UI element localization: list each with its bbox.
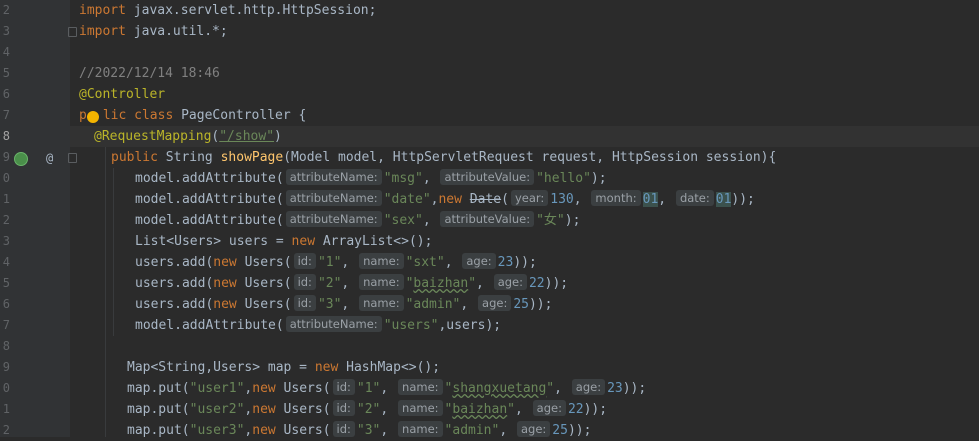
indent-guide	[105, 126, 106, 437]
code-editor[interactable]: 2 3 4 5 6 7 8 9 0 1 2 3 4 5 6 7 8 9 0 1 …	[0, 0, 979, 438]
code-line: map.put("user1",new Users(id: "1", name: "…	[127, 379, 647, 396]
param-hint: date:	[675, 190, 714, 206]
param-hint: age:	[532, 400, 566, 416]
code-line: public String showPage(Model model, Http…	[111, 150, 777, 165]
param-hint: attributeName:	[285, 211, 382, 227]
param-hint: id:	[293, 253, 316, 269]
current-line-number: 8	[2, 129, 10, 143]
line-number: 1	[2, 402, 10, 416]
line-number: 4	[2, 45, 10, 59]
code-line: map.put("user3",new Users(id: "3", name: "…	[127, 421, 592, 438]
indent-guide	[113, 168, 114, 336]
line-number: 5	[2, 276, 10, 290]
param-hint: age:	[517, 421, 551, 437]
param-hint: id:	[332, 400, 355, 416]
current-code-line: @RequestMapping("/show")	[70, 126, 979, 147]
line-number: 4	[2, 255, 10, 269]
param-hint: name:	[359, 274, 404, 290]
param-hint: age:	[462, 253, 496, 269]
code-line: model.addAttribute(attributeName: "users"…	[135, 316, 502, 333]
param-hint: name:	[398, 400, 443, 416]
line-number: 3	[2, 234, 10, 248]
param-hint: id:	[332, 421, 355, 437]
line-number: 7	[2, 108, 10, 122]
line-number: 0	[2, 381, 10, 395]
param-hint: age:	[493, 274, 527, 290]
line-number: 9	[2, 360, 10, 374]
code-line: @Controller	[79, 87, 166, 102]
code-line: p lic class PageController {	[79, 108, 307, 123]
line-number: 2	[2, 423, 10, 437]
code-line: //2022/12/14 18:46	[79, 66, 220, 81]
param-hint: attributeName:	[285, 190, 382, 206]
code-line: import javax.servlet.http.HttpSession;	[79, 3, 377, 18]
line-number: 7	[2, 318, 10, 332]
param-hint: age:	[571, 379, 606, 395]
line-number: 2	[2, 213, 10, 227]
code-line: users.add(new Users(id: "2", name: "baizha…	[135, 274, 569, 291]
code-line: Map<String,Users> map = new HashMap<>();	[127, 360, 441, 375]
code-line: model.addAttribute(attributeName: "msg", …	[135, 169, 607, 186]
param-hint: name:	[359, 253, 404, 269]
param-hint: id:	[293, 295, 316, 311]
line-number: 6	[2, 87, 10, 101]
code-area[interactable]: import javax.servlet.http.HttpSession; i…	[70, 0, 979, 438]
param-hint: id:	[332, 379, 355, 395]
spring-bean-icon[interactable]	[14, 152, 28, 166]
line-number-gutter[interactable]: 2 3 4 5 6 7 8 9 0 1 2 3 4 5 6 7 8 9 0 1 …	[0, 0, 70, 437]
line-number: 2	[2, 3, 10, 17]
param-hint: name:	[398, 421, 443, 437]
code-line: model.addAttribute(attributeName: "sex", …	[135, 211, 581, 228]
code-line: users.add(new Users(id: "3", name: "admin"…	[135, 295, 553, 312]
param-hint: year:	[510, 190, 549, 206]
line-number: 0	[2, 171, 10, 185]
code-line: List<Users> users = new ArrayList<>();	[135, 234, 433, 249]
code-line: map.put("user2",new Users(id: "2", name: "…	[127, 400, 608, 417]
param-hint: age:	[478, 295, 512, 311]
param-hint: id:	[293, 274, 316, 290]
param-hint: name:	[398, 379, 443, 395]
param-hint: attributeValue:	[440, 169, 535, 185]
line-number: 9	[2, 150, 10, 164]
line-number: 1	[2, 192, 10, 206]
param-hint: name:	[359, 295, 404, 311]
code-line: users.add(new Users(id: "1", name: "sxt", …	[135, 253, 537, 270]
line-number: 6	[2, 297, 10, 311]
param-hint: attributeValue:	[440, 211, 535, 227]
fold-marker-icon[interactable]	[68, 27, 77, 37]
code-line: model.addAttribute(attributeName: "date",…	[135, 190, 755, 207]
line-number: 3	[2, 24, 10, 38]
param-hint: attributeName:	[285, 169, 382, 185]
fold-marker-icon[interactable]	[68, 153, 77, 163]
line-number: 5	[2, 66, 10, 80]
line-number: 8	[2, 339, 10, 353]
param-hint: month:	[591, 190, 641, 206]
at-icon[interactable]: @	[46, 150, 53, 166]
code-line: import java.util.*;	[79, 24, 228, 39]
param-hint: attributeName:	[285, 316, 382, 332]
